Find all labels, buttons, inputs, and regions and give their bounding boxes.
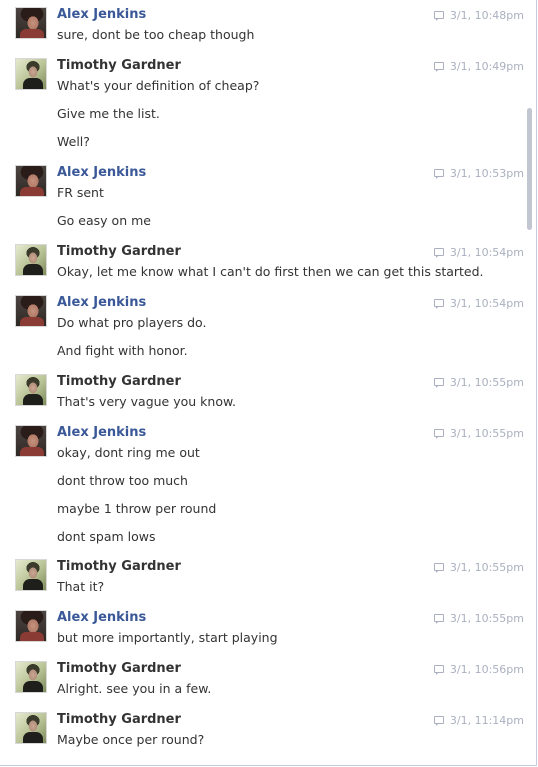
sender-name[interactable]: Alex Jenkins bbox=[57, 7, 146, 23]
avatar[interactable] bbox=[15, 425, 47, 457]
message-meta: 3/1, 10:53pm bbox=[433, 167, 524, 181]
sender-name[interactable]: Alex Jenkins bbox=[57, 295, 146, 311]
message-text: What's your definition of cheap? bbox=[57, 78, 260, 93]
message-text: maybe 1 throw per round bbox=[57, 501, 217, 516]
scrollbar-thumb[interactable] bbox=[527, 108, 532, 230]
message-meta: 3/1, 10:48pm bbox=[433, 9, 524, 23]
avatar[interactable] bbox=[15, 374, 47, 406]
avatar[interactable] bbox=[15, 165, 47, 197]
sender-name[interactable]: Alex Jenkins bbox=[57, 165, 146, 181]
timestamp: 3/1, 10:55pm bbox=[449, 612, 524, 625]
avatar[interactable] bbox=[15, 661, 47, 693]
chat-bubble-icon bbox=[433, 563, 444, 573]
avatar[interactable] bbox=[15, 58, 47, 90]
message-text: okay, dont ring me out bbox=[57, 445, 200, 460]
avatar[interactable] bbox=[15, 559, 47, 591]
chat-bubble-icon bbox=[433, 169, 444, 179]
sender-name[interactable]: Timothy Gardner bbox=[57, 661, 181, 677]
message-meta: 3/1, 10:55pm bbox=[433, 427, 524, 441]
message-text: Well? bbox=[57, 134, 90, 149]
sender-name[interactable]: Alex Jenkins bbox=[57, 610, 146, 626]
sender-name[interactable]: Alex Jenkins bbox=[57, 425, 146, 441]
timestamp: 3/1, 10:56pm bbox=[449, 663, 524, 676]
timestamp: 3/1, 10:54pm bbox=[449, 246, 524, 259]
message-meta: 3/1, 10:49pm bbox=[433, 60, 524, 74]
message-text: Give me the list. bbox=[57, 106, 160, 121]
timestamp: 3/1, 10:54pm bbox=[449, 297, 524, 310]
message-meta: 3/1, 10:56pm bbox=[433, 663, 524, 677]
message-text: dont throw too much bbox=[57, 473, 188, 488]
chat-bubble-icon bbox=[433, 62, 444, 72]
sender-name[interactable]: Timothy Gardner bbox=[57, 58, 181, 74]
message-meta: 3/1, 10:55pm bbox=[433, 612, 524, 626]
message-text: And fight with honor. bbox=[57, 343, 188, 358]
chat-bubble-icon bbox=[433, 248, 444, 258]
timestamp: 3/1, 10:55pm bbox=[449, 376, 524, 389]
message-meta: 3/1, 10:55pm bbox=[433, 376, 524, 390]
chat-bubble-icon bbox=[433, 665, 444, 675]
message-text: Alright. see you in a few. bbox=[57, 681, 212, 696]
message-text: FR sent bbox=[57, 185, 104, 200]
chat-bubble-icon bbox=[433, 11, 444, 21]
message-meta: 3/1, 10:54pm bbox=[433, 297, 524, 311]
sender-name[interactable]: Timothy Gardner bbox=[57, 244, 181, 260]
sender-name[interactable]: Timothy Gardner bbox=[57, 712, 181, 728]
message-meta: 3/1, 10:54pm bbox=[433, 246, 524, 260]
avatar[interactable] bbox=[15, 7, 47, 39]
chat-bubble-icon bbox=[433, 299, 444, 309]
message-text: sure, dont be too cheap though bbox=[57, 27, 255, 42]
timestamp: 3/1, 11:14pm bbox=[449, 714, 524, 727]
avatar[interactable] bbox=[15, 295, 47, 327]
message-text: Okay, let me know what I can't do first … bbox=[57, 264, 484, 279]
chat-window: Alex Jenkins 3/1, 10:48pm sure, dont be to… bbox=[0, 0, 537, 766]
message-text: That it? bbox=[57, 579, 105, 594]
message-meta: 3/1, 10:55pm bbox=[433, 561, 524, 575]
timestamp: 3/1, 10:49pm bbox=[449, 60, 524, 73]
avatar[interactable] bbox=[15, 244, 47, 276]
timestamp: 3/1, 10:55pm bbox=[449, 561, 524, 574]
chat-bubble-icon bbox=[433, 614, 444, 624]
timestamp: 3/1, 10:53pm bbox=[449, 167, 524, 180]
message-meta: 3/1, 11:14pm bbox=[433, 714, 524, 728]
timestamp: 3/1, 10:55pm bbox=[449, 427, 524, 440]
chat-bubble-icon bbox=[433, 716, 444, 726]
message-text: but more importantly, start playing bbox=[57, 630, 278, 645]
avatar[interactable] bbox=[15, 712, 47, 744]
message-text: Go easy on me bbox=[57, 213, 151, 228]
sender-name[interactable]: Timothy Gardner bbox=[57, 374, 181, 390]
chat-bubble-icon bbox=[433, 429, 444, 439]
message-text: Maybe once per round? bbox=[57, 732, 205, 747]
avatar[interactable] bbox=[15, 610, 47, 642]
chat-bubble-icon bbox=[433, 378, 444, 388]
timestamp: 3/1, 10:48pm bbox=[449, 9, 524, 22]
message-text: dont spam lows bbox=[57, 529, 156, 544]
message-text: Do what pro players do. bbox=[57, 315, 207, 330]
message-text: That's very vague you know. bbox=[57, 394, 237, 409]
sender-name[interactable]: Timothy Gardner bbox=[57, 559, 181, 575]
